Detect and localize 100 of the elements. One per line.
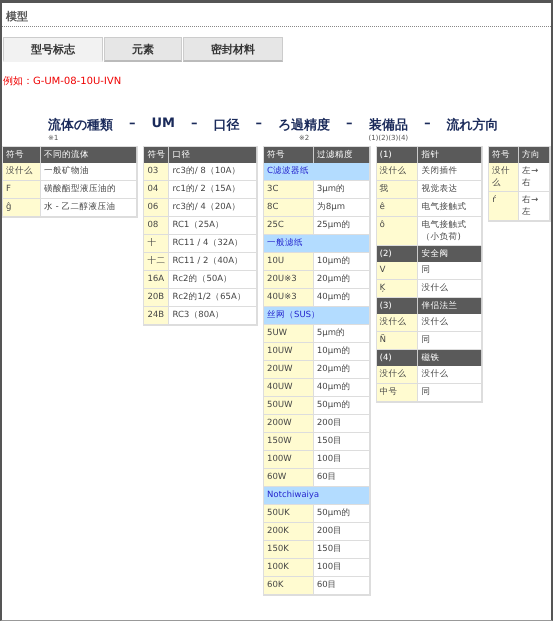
page-title: 模型 <box>4 9 29 25</box>
header-cell: 符号 <box>144 147 170 163</box>
header-cell: 伴侣法兰 <box>418 298 482 314</box>
table-cell: 没什么 <box>418 314 482 332</box>
table-cell: Rc2的1/2（65A） <box>169 289 258 307</box>
table-cell: 50μm的 <box>314 505 370 523</box>
code-cell: 没什么 <box>489 163 520 192</box>
table-cell: 20μm的 <box>314 361 370 379</box>
table-cell: RC1（25A） <box>169 217 258 235</box>
dash-separator: – <box>346 116 352 131</box>
column-heading: ろ過精度 <box>278 116 330 134</box>
table-cell: 水 - 乙二醇液压油 <box>40 199 138 217</box>
table-cell: 一般矿物油 <box>40 163 138 181</box>
table-cell: rc3的/ 8（10A） <box>169 163 258 181</box>
table-cell: 为8μm <box>314 199 370 217</box>
column-heading: UM <box>152 116 175 131</box>
code-cell: 24B <box>144 307 170 325</box>
code-cell: 04 <box>144 181 170 199</box>
table-cell: 左→右 <box>519 163 550 192</box>
table-cell: 60目 <box>314 577 370 595</box>
column-heading: 流れ方向 <box>446 116 499 134</box>
header-cell: 符号 <box>489 147 520 163</box>
table-cell: 150目 <box>314 541 370 559</box>
table-cell: rc1的/ 2（15A） <box>169 181 258 199</box>
code-cell: 8C <box>264 199 314 217</box>
dash-separator: – <box>256 116 262 131</box>
header-cell: 符号 <box>3 147 41 163</box>
table-cell: 200目 <box>314 523 370 541</box>
code-cell: 10UW <box>264 343 314 361</box>
code-cell: 150W <box>264 433 314 451</box>
tab[interactable]: 元素 <box>104 37 182 62</box>
code-cell: 10U <box>264 253 314 271</box>
table-cell: rc3的/ 4（20A） <box>169 199 258 217</box>
table-cell: 200目 <box>314 415 370 433</box>
code-cell: ê <box>376 199 418 217</box>
table-cell: 视觉表达 <box>418 181 482 199</box>
code-cell: 20B <box>144 289 170 307</box>
table-cell: 电气接触式 <box>418 199 482 217</box>
table-cell: 40μm的 <box>314 379 370 397</box>
code-cell: 3C <box>264 181 314 199</box>
table-cell: 50μm的 <box>314 397 370 415</box>
code-cell: Ñ <box>376 332 418 350</box>
table-cell: 10μm的 <box>314 253 370 271</box>
group-cell: 丝网（SUS） <box>264 307 370 325</box>
table-cell: 100目 <box>314 559 370 577</box>
table-cell: 5μm的 <box>314 325 370 343</box>
tab[interactable]: 型号标志 <box>3 37 103 62</box>
code-cell: 16A <box>144 271 170 289</box>
table-cell: 100目 <box>314 451 370 469</box>
column-heading: 口径 <box>214 117 240 134</box>
header-cell: (4) <box>376 350 418 366</box>
code-cell: 100K <box>264 559 314 577</box>
code-cell: 40U※3 <box>264 289 314 307</box>
tab[interactable]: 密封材料 <box>183 37 283 62</box>
table-cell: 右→左 <box>519 192 550 221</box>
code-cell: 没什么 <box>3 163 41 181</box>
code-cell: 20U※3 <box>264 271 314 289</box>
code-cell: 5UW <box>264 325 314 343</box>
example-text: 例如：G-UM-08-10U-IVN <box>3 75 122 88</box>
code-cell: 40UW <box>264 379 314 397</box>
table-cell: RC11 / 2（40A） <box>169 253 258 271</box>
code-cell: 03 <box>144 163 170 181</box>
header-cell: (1) <box>376 147 418 163</box>
code-cell: 60K <box>264 577 314 595</box>
code-cell: 没什么 <box>376 314 418 332</box>
code-cell: 没什么 <box>376 366 418 384</box>
code-cell: F <box>3 181 41 199</box>
table-cell: 10μm的 <box>314 343 370 361</box>
table-cell: 关闭插件 <box>418 163 482 181</box>
code-cell: V <box>376 262 418 280</box>
code-cell: Ķ <box>376 280 418 298</box>
code-cell: 50UW <box>264 397 314 415</box>
code-cell: 200K <box>264 523 314 541</box>
table-cell: 同 <box>418 262 482 280</box>
code-cell: 十二 <box>144 253 170 271</box>
code-cell: 中号 <box>376 384 418 402</box>
header-cell: 口径 <box>169 147 258 163</box>
header-cell: 方向 <box>519 147 550 163</box>
table-cell: RC3（80A） <box>169 307 258 325</box>
table-cell: RC11 / 4（32A） <box>169 235 258 253</box>
header-cell: 安全阀 <box>418 246 482 262</box>
table-cell: 同 <box>418 384 482 402</box>
header-cell: (2) <box>376 246 418 262</box>
code-cell: ŕ <box>489 192 520 221</box>
code-cell: 60W <box>264 469 314 487</box>
header-cell: 过滤精度 <box>314 147 370 163</box>
table-cell: 磺酸酯型液压油的 <box>40 181 138 199</box>
code-cell: 08 <box>144 217 170 235</box>
dash-separator: – <box>129 116 136 131</box>
table-cell: Rc2的（50A） <box>169 271 258 289</box>
code-cell: 十 <box>144 235 170 253</box>
header-cell: 不同的流体 <box>40 147 138 163</box>
dash-separator: – <box>424 116 431 131</box>
code-cell: 我 <box>376 181 418 199</box>
table-cell: 20μm的 <box>314 271 370 289</box>
code-cell: ĝ <box>3 199 41 217</box>
dash-separator: – <box>191 116 198 131</box>
header-cell: 符号 <box>264 147 314 163</box>
header-cell: 磁铁 <box>418 350 482 366</box>
code-cell: 06 <box>144 199 170 217</box>
